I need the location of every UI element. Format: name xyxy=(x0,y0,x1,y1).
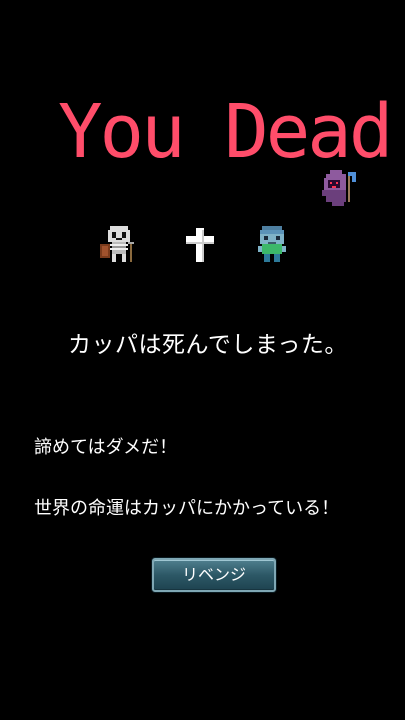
revenge-button[interactable]: リベンジ xyxy=(152,558,276,592)
kappa-icon xyxy=(258,226,286,262)
skeleton-icon xyxy=(100,226,134,262)
game-over-title: You Dead xyxy=(58,89,393,175)
fate-message: 世界の命運はカッパにかかっている！ xyxy=(34,498,340,519)
encourage-message: 諦めてはダメだ！ xyxy=(34,437,178,458)
death-message: カッパは死んでしまった。 xyxy=(68,332,348,358)
reaper-icon xyxy=(322,170,356,206)
game-over-screen: You Dead カッパは死んでしまった。 諦めてはダメだ！ 世界の命運はカッパ… xyxy=(0,0,405,720)
cross-icon xyxy=(186,228,214,262)
